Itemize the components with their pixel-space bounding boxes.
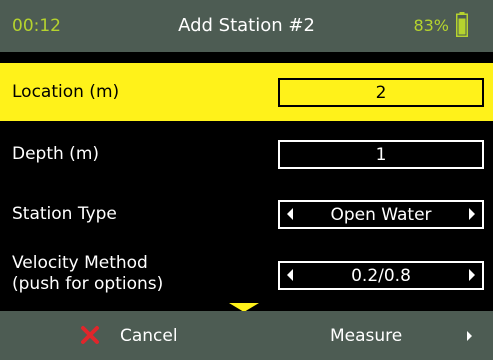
velocity-method-value: 0.2/0.8: [351, 265, 411, 286]
depth-row[interactable]: Depth (m) 1: [0, 130, 493, 182]
close-icon: [81, 326, 99, 344]
velocity-method-label: Velocity Method: [12, 253, 148, 273]
depth-value: 1: [375, 144, 387, 165]
next-option-icon[interactable]: [469, 208, 475, 220]
velocity-method-row[interactable]: Velocity Method (push for options) 0.2/0…: [0, 248, 493, 306]
station-type-label: Station Type: [12, 204, 117, 224]
previous-option-icon[interactable]: [287, 208, 293, 220]
location-value: 2: [375, 82, 387, 103]
velocity-method-hint: (push for options): [12, 274, 164, 294]
depth-label: Depth (m): [12, 144, 100, 164]
location-field[interactable]: 2: [278, 78, 484, 107]
measure-button[interactable]: Measure: [330, 322, 480, 350]
location-row[interactable]: Location (m) 2: [0, 63, 493, 121]
station-type-value: Open Water: [330, 204, 432, 225]
measure-label: Measure: [330, 326, 403, 346]
battery-icon: [456, 12, 468, 37]
velocity-method-selector[interactable]: 0.2/0.8: [278, 261, 484, 290]
cancel-label: Cancel: [120, 326, 178, 346]
battery-level: 83%: [413, 16, 449, 35]
bottom-bar: Cancel Measure: [0, 311, 493, 360]
next-option-icon[interactable]: [469, 269, 475, 281]
chevron-right-icon: [467, 331, 472, 341]
previous-option-icon[interactable]: [287, 269, 293, 281]
station-type-row[interactable]: Station Type Open Water: [0, 191, 493, 241]
station-type-selector[interactable]: Open Water: [278, 200, 484, 229]
location-label: Location (m): [12, 82, 120, 102]
depth-field[interactable]: 1: [278, 140, 484, 169]
status-bar: 00:12 Add Station #2 83%: [0, 0, 493, 52]
cancel-button[interactable]: Cancel: [80, 322, 190, 350]
